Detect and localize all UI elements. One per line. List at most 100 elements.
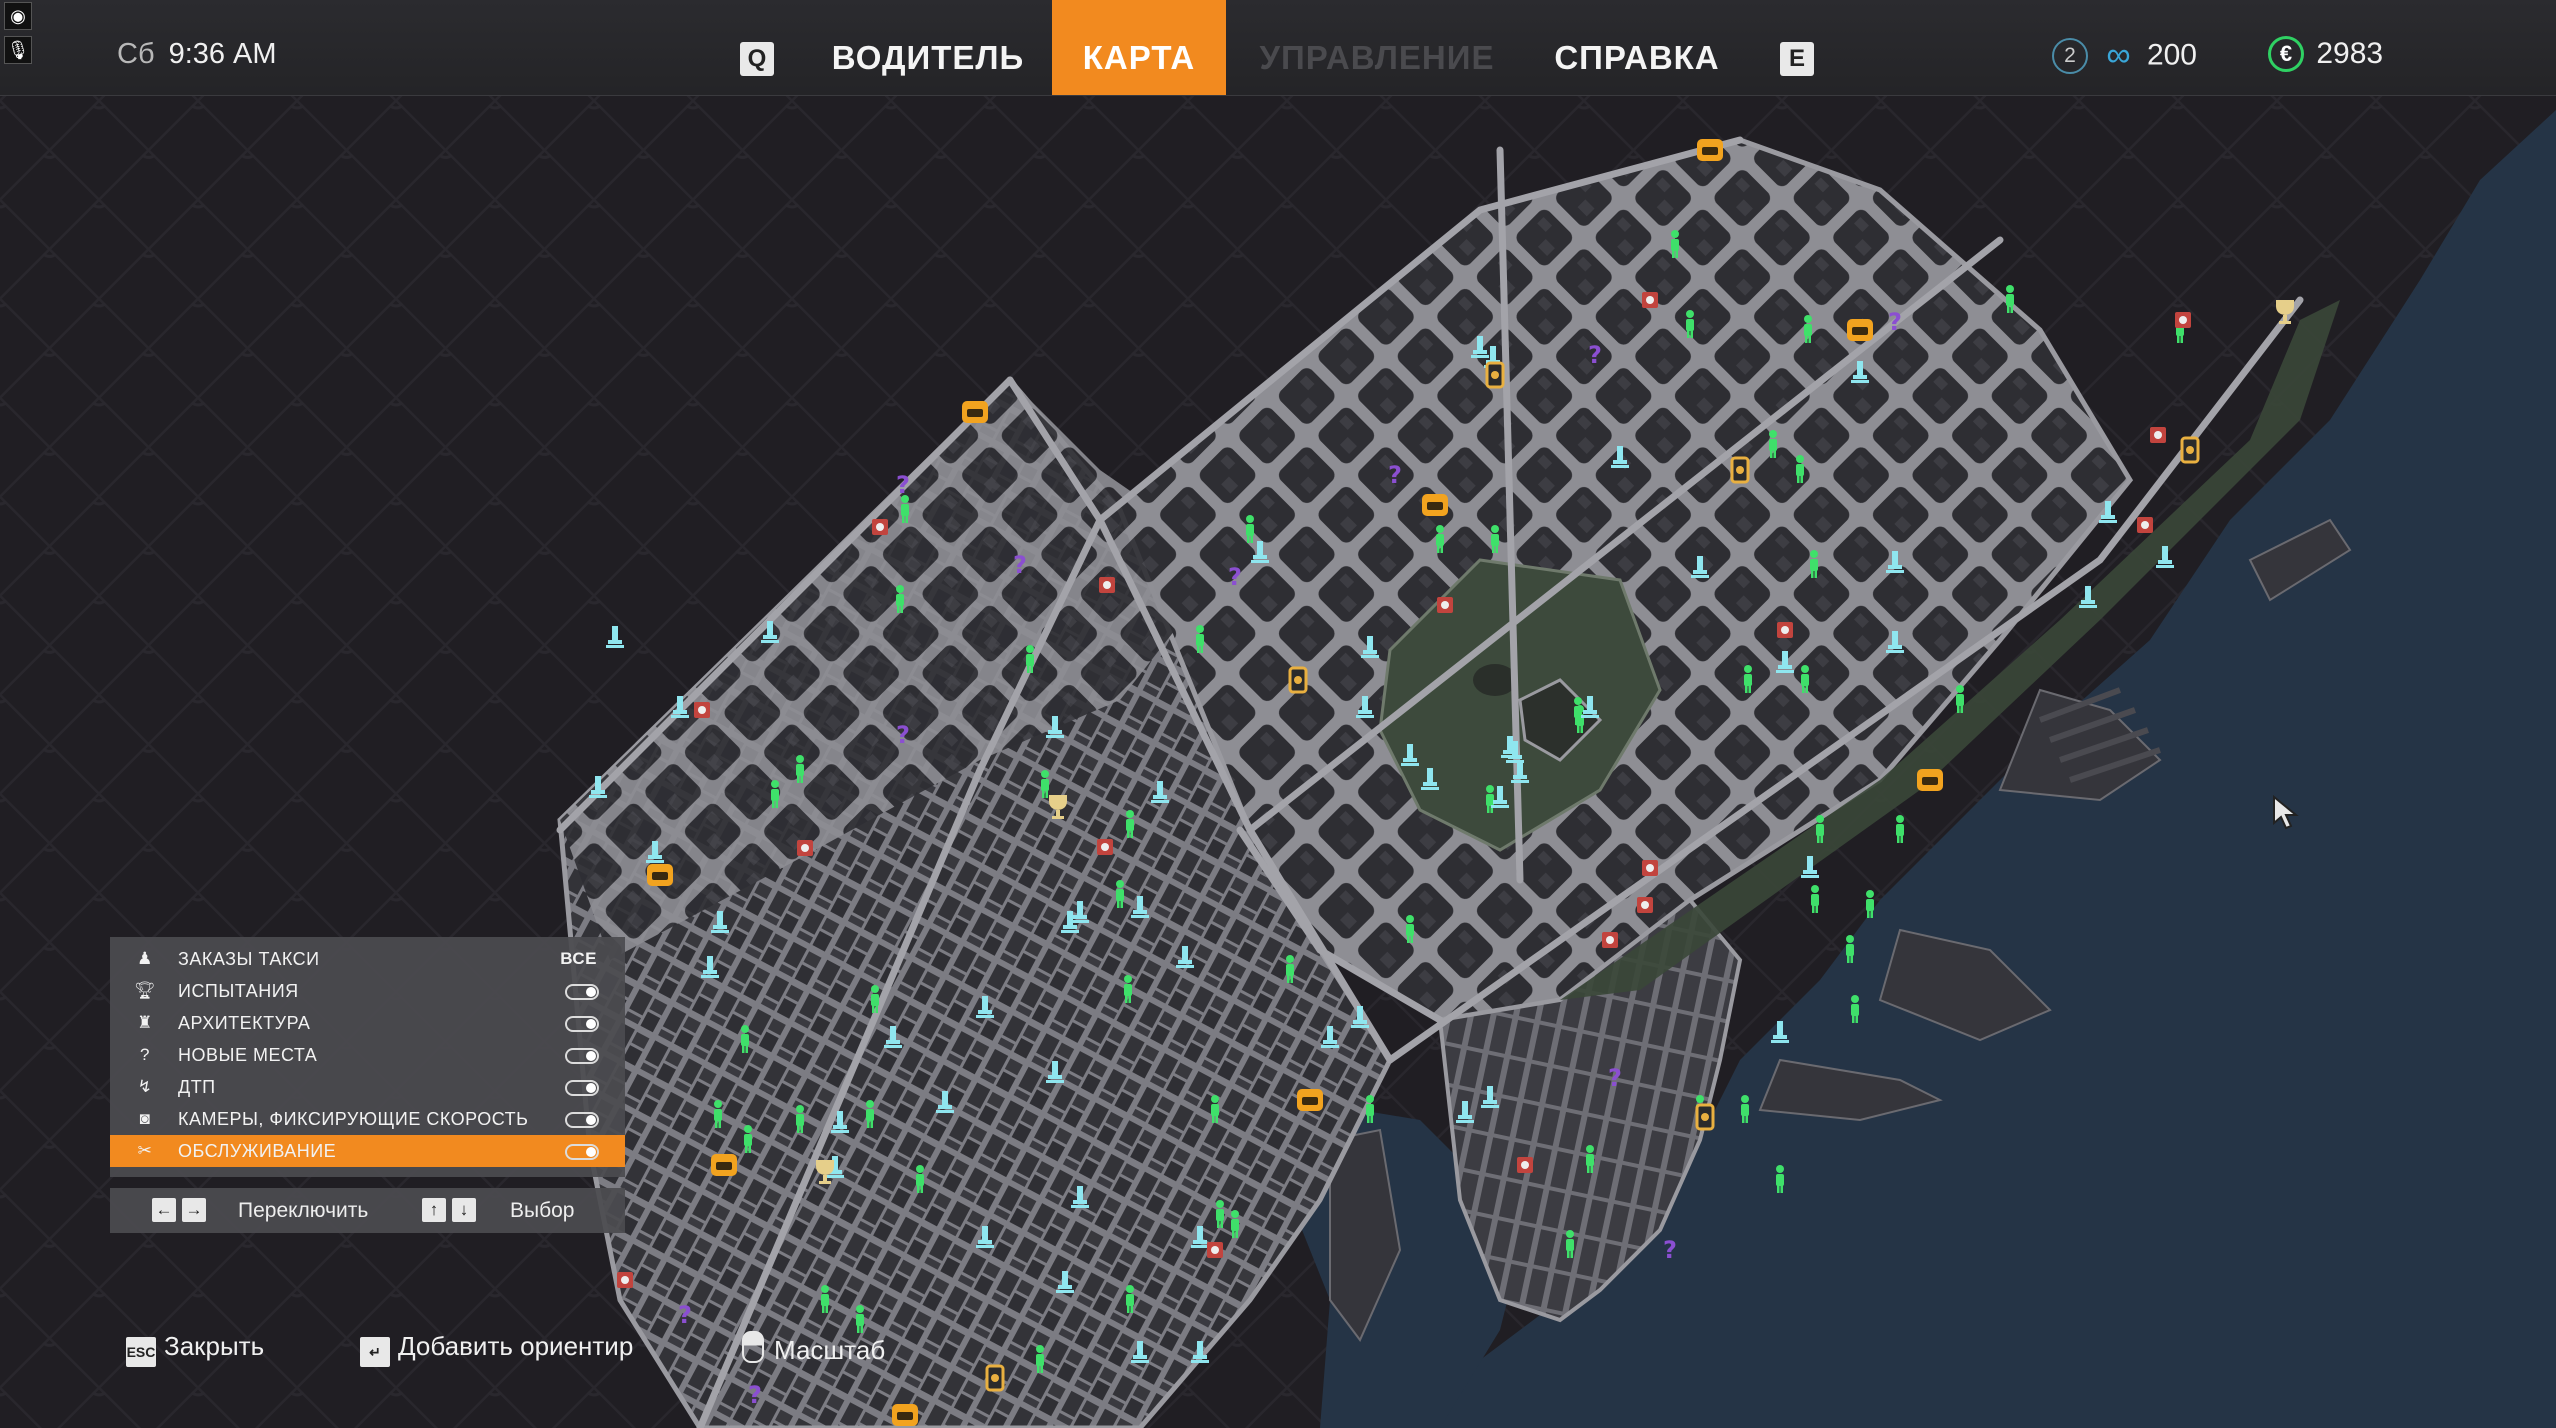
- microphone-icon[interactable]: 🎙: [4, 36, 32, 64]
- landmark-icon: ♜: [137, 1013, 153, 1032]
- garage-icon[interactable]: [711, 1154, 737, 1176]
- speed-camera-icon[interactable]: [1637, 897, 1653, 913]
- question-icon[interactable]: ?: [896, 721, 910, 749]
- zoom-hint[interactable]: Масштаб: [742, 1331, 885, 1366]
- filter-toggle[interactable]: [565, 1016, 599, 1032]
- esc-key-icon: ESC: [126, 1337, 156, 1367]
- tab-help[interactable]: СПРАВКА: [1530, 0, 1744, 95]
- speed-camera-icon[interactable]: [2175, 312, 2191, 328]
- add-waypoint-hint[interactable]: ↵ Добавить ориентир: [360, 1331, 633, 1367]
- money-value: 2983: [2316, 37, 2384, 71]
- question-icon[interactable]: ?: [1608, 1064, 1622, 1092]
- clock: Сб 9:36 AM: [117, 38, 277, 71]
- close-hint[interactable]: ESC Закрыть: [126, 1331, 264, 1367]
- filter-speed-cameras[interactable]: ◙ КАМЕРЫ, ФИКСИРУЮЩИЕ СКОРОСТЬ: [110, 1103, 625, 1135]
- map-filter-panel: ♟ ЗАКАЗЫ ТАКСИ ВСЕ 🏆︎ ИСПЫТАНИЯ ♜ АРХИТЕ…: [110, 937, 625, 1177]
- question-icon[interactable]: ?: [678, 1301, 692, 1329]
- filter-label: ЗАКАЗЫ ТАКСИ: [178, 949, 320, 969]
- enter-key-icon: ↵: [360, 1337, 390, 1367]
- speed-camera-icon[interactable]: [2137, 517, 2153, 533]
- challenge-shield-icon[interactable]: [1730, 456, 1750, 484]
- filter-service[interactable]: ✂ ОБСЛУЖИВАНИЕ: [110, 1135, 625, 1167]
- speed-camera-icon[interactable]: [1777, 622, 1793, 638]
- garage-icon[interactable]: [1422, 494, 1448, 516]
- svg-text:?: ?: [896, 471, 910, 499]
- speed-camera-icon[interactable]: [1642, 292, 1658, 308]
- wrench-icon: ✂: [137, 1141, 153, 1160]
- filter-toggle[interactable]: [565, 1144, 599, 1160]
- filter-toggle[interactable]: [565, 1048, 599, 1064]
- filter-challenges[interactable]: 🏆︎ ИСПЫТАНИЯ: [110, 975, 625, 1007]
- question-icon[interactable]: ?: [1388, 461, 1402, 489]
- speed-camera-icon[interactable]: [1642, 860, 1658, 876]
- passenger-icon: ♟: [137, 949, 153, 968]
- arrow-down-icon[interactable]: ↓: [452, 1198, 476, 1222]
- question-icon[interactable]: ?: [748, 1381, 762, 1409]
- garage-icon[interactable]: [1297, 1089, 1323, 1111]
- prev-tab-key[interactable]: Q: [740, 42, 774, 76]
- garage-icon[interactable]: [1917, 769, 1943, 791]
- speed-camera-icon[interactable]: [1602, 932, 1618, 948]
- challenge-shield-icon[interactable]: [1485, 361, 1505, 389]
- speed-camera-icon[interactable]: [797, 840, 813, 856]
- filter-toggle[interactable]: [565, 984, 599, 1000]
- svg-text:?: ?: [678, 1301, 692, 1329]
- filter-accidents[interactable]: ↯ ДТП: [110, 1071, 625, 1103]
- svg-text:?: ?: [1013, 551, 1027, 579]
- arrow-right-icon[interactable]: →: [182, 1198, 206, 1222]
- speed-camera-icon: ◙: [139, 1109, 151, 1128]
- speed-camera-icon[interactable]: [1437, 597, 1453, 613]
- weekday: Сб: [117, 38, 155, 70]
- filter-help-bar: ← → Переключить ↑ ↓ Выбор: [110, 1188, 625, 1233]
- svg-text:?: ?: [1388, 461, 1402, 489]
- help-switch-label: Переключить: [238, 1199, 369, 1222]
- question-icon[interactable]: ?: [1013, 551, 1027, 579]
- arrow-up-icon[interactable]: ↑: [422, 1198, 446, 1222]
- garage-icon[interactable]: [1697, 139, 1723, 161]
- svg-text:?: ?: [896, 721, 910, 749]
- challenge-shield-icon[interactable]: [1288, 666, 1308, 694]
- garage-icon[interactable]: [1847, 319, 1873, 341]
- next-tab-key[interactable]: E: [1780, 42, 1814, 76]
- speed-camera-icon[interactable]: [872, 519, 888, 535]
- question-icon[interactable]: ?: [896, 471, 910, 499]
- filter-taxi-orders[interactable]: ♟ ЗАКАЗЫ ТАКСИ ВСЕ: [110, 943, 625, 975]
- level-points: 2 ∞ 200: [2052, 36, 2197, 75]
- svg-text:?: ?: [1588, 341, 1602, 369]
- tab-map[interactable]: КАРТА: [1052, 0, 1226, 95]
- challenge-shield-icon[interactable]: [1695, 1103, 1715, 1131]
- question-icon[interactable]: ?: [1888, 308, 1902, 336]
- speed-camera-icon[interactable]: [1099, 577, 1115, 593]
- speed-camera-icon[interactable]: [2150, 427, 2166, 443]
- speed-camera-icon[interactable]: [1207, 1242, 1223, 1258]
- garage-icon[interactable]: [892, 1404, 918, 1426]
- record-icon[interactable]: ◉: [4, 2, 32, 30]
- svg-text:?: ?: [1888, 308, 1902, 336]
- question-icon[interactable]: ?: [1663, 1236, 1677, 1264]
- euro-icon: €: [2268, 36, 2304, 73]
- challenge-shield-icon[interactable]: [2180, 436, 2200, 464]
- tab-driver[interactable]: ВОДИТЕЛЬ: [810, 0, 1046, 95]
- speed-camera-icon[interactable]: [1517, 1157, 1533, 1173]
- money: € 2983: [2268, 36, 2384, 73]
- mouse-cursor-icon: [2273, 795, 2299, 830]
- filter-label: НОВЫЕ МЕСТА: [178, 1045, 318, 1065]
- close-label: Закрыть: [164, 1331, 265, 1361]
- mouse-icon: [742, 1331, 764, 1363]
- challenge-shield-icon[interactable]: [985, 1364, 1005, 1392]
- garage-icon[interactable]: [962, 401, 988, 423]
- speed-camera-icon[interactable]: [617, 1272, 633, 1288]
- arrow-left-icon[interactable]: ←: [152, 1198, 176, 1222]
- speed-camera-icon[interactable]: [694, 702, 710, 718]
- filter-toggle[interactable]: [565, 1112, 599, 1128]
- garage-icon[interactable]: [647, 864, 673, 886]
- filter-label: ДТП: [178, 1077, 216, 1097]
- svg-text:?: ?: [1228, 563, 1242, 591]
- filter-architecture[interactable]: ♜ АРХИТЕКТУРА: [110, 1007, 625, 1039]
- filter-label: ОБСЛУЖИВАНИЕ: [178, 1141, 337, 1161]
- filter-new-places[interactable]: ? НОВЫЕ МЕСТА: [110, 1039, 625, 1071]
- speed-camera-icon[interactable]: [1097, 839, 1113, 855]
- question-icon[interactable]: ?: [1588, 341, 1602, 369]
- question-icon[interactable]: ?: [1228, 563, 1242, 591]
- filter-toggle[interactable]: [565, 1080, 599, 1096]
